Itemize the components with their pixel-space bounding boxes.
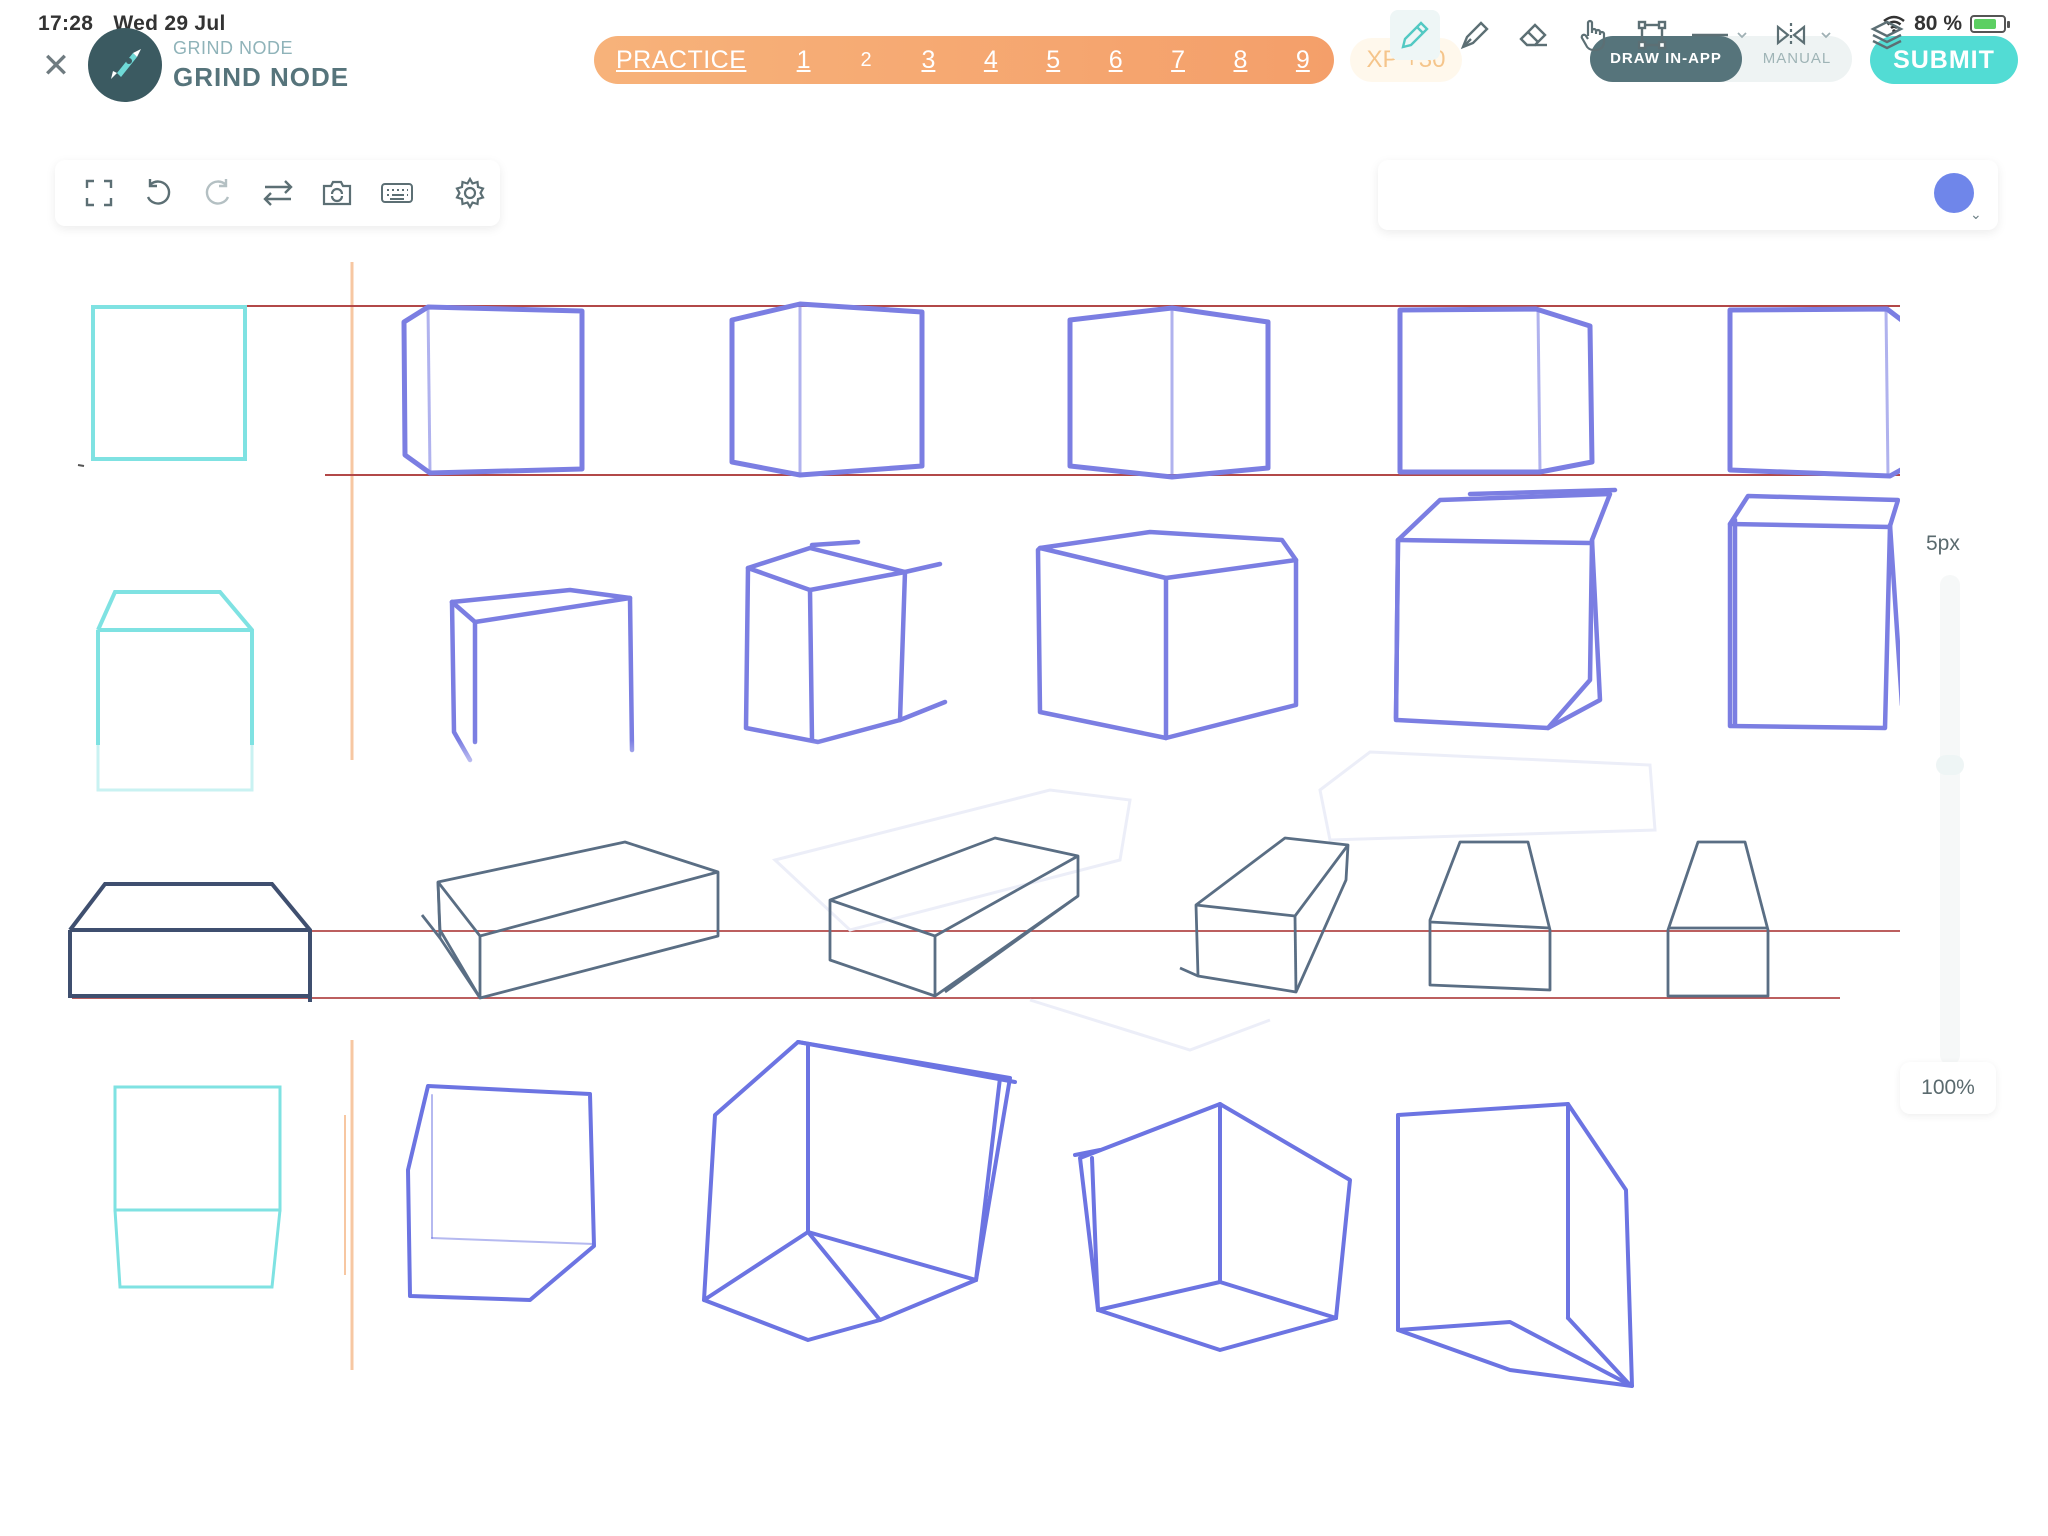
drawn-boxes-row-3 xyxy=(420,836,1770,1000)
battery-icon xyxy=(1970,15,2010,33)
brush-color-swatch[interactable] xyxy=(1934,173,1974,213)
battery-percent: 80 % xyxy=(1914,12,1962,35)
drawing-canvas[interactable] xyxy=(0,0,1900,1440)
drawn-cubes-row-2 xyxy=(449,487,1900,763)
stray-mark xyxy=(77,464,85,467)
brush-size-label: 5px xyxy=(1926,532,1960,555)
brush-size-slider[interactable] xyxy=(1940,575,1960,1065)
reference-box-top xyxy=(96,590,254,745)
reference-square xyxy=(91,305,247,461)
reference-box-bottom xyxy=(96,745,254,792)
fade-overlay xyxy=(380,740,1900,810)
battery-fill xyxy=(1974,19,1996,29)
slider-thumb[interactable] xyxy=(1936,755,1964,775)
reference-box-front xyxy=(113,1085,282,1289)
brush-opacity-label: 100% xyxy=(1900,1062,1996,1114)
drawn-cubes-row-4 xyxy=(406,1040,1634,1388)
chevron-down-icon[interactable]: ⌄ xyxy=(1970,206,1982,223)
reference-box-dark xyxy=(68,882,312,1002)
drawn-cubes-row-1 xyxy=(401,301,1900,480)
